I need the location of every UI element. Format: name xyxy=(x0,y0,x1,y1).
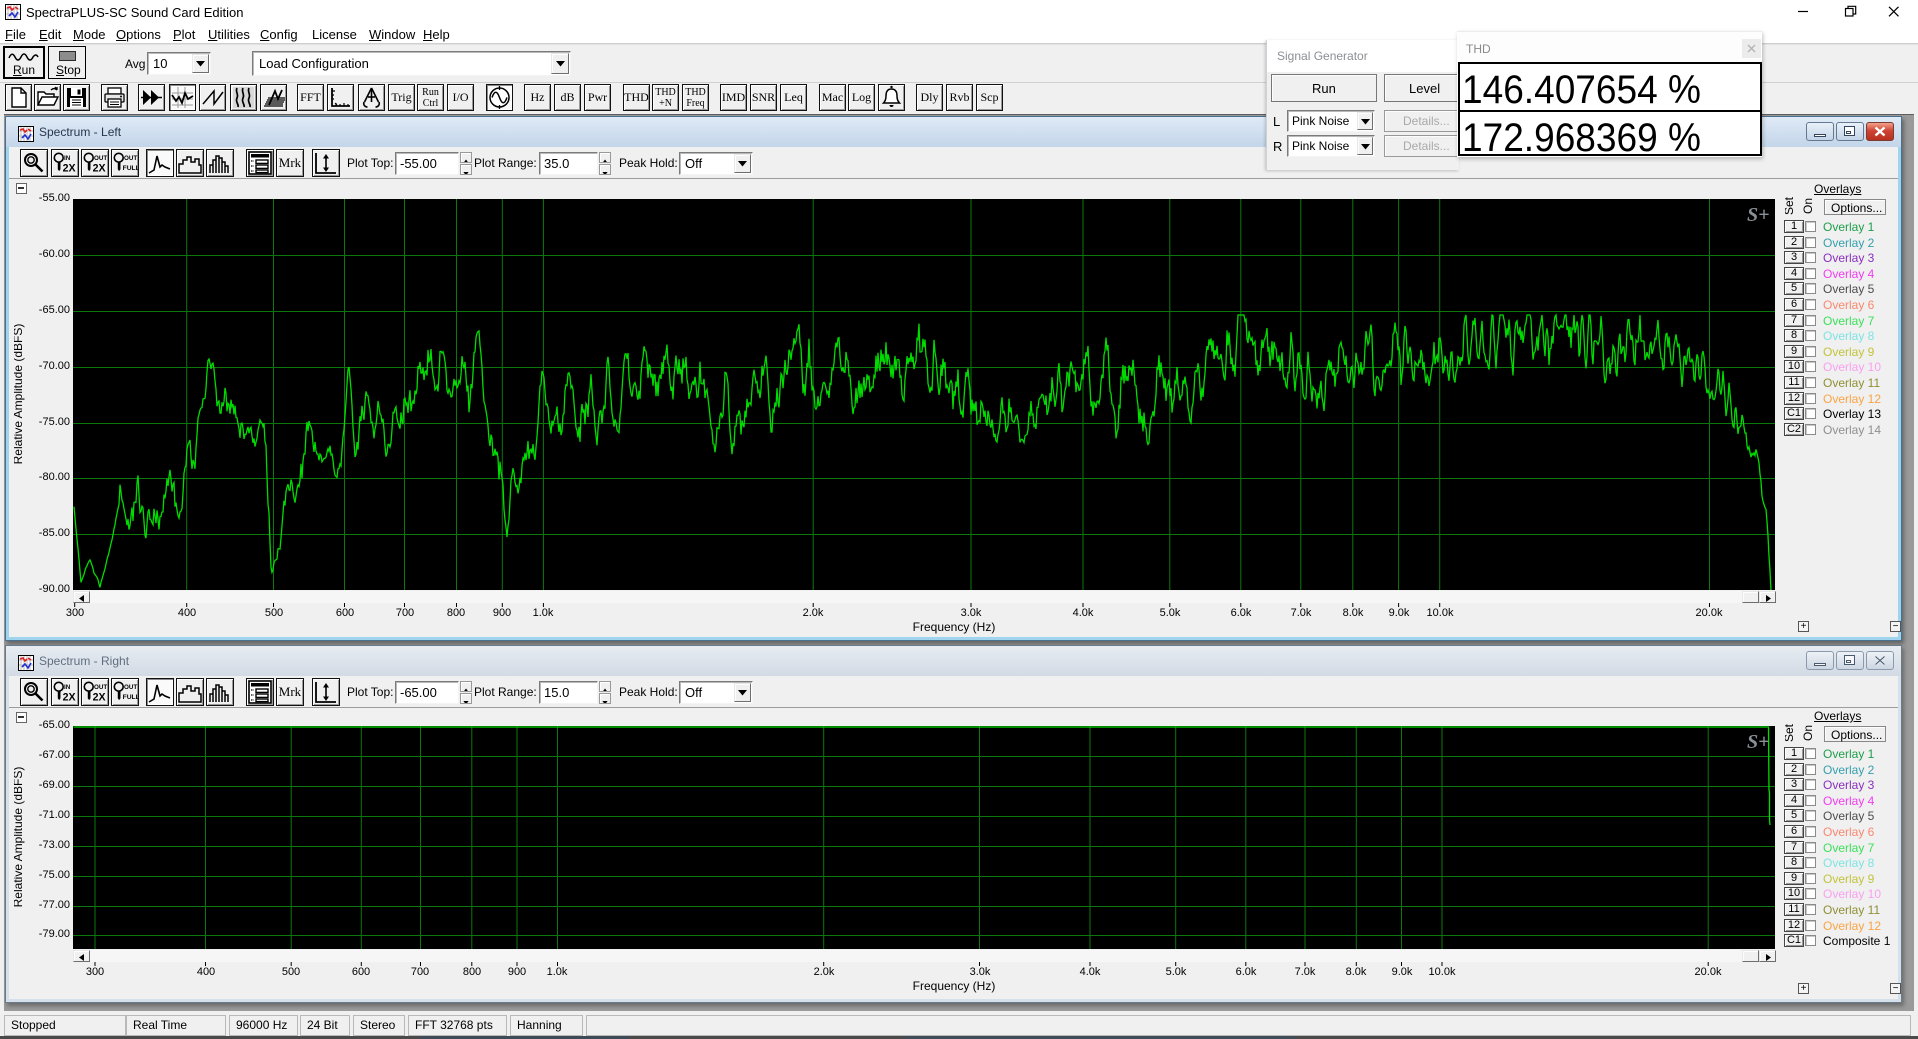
svg-text:On: On xyxy=(1801,725,1815,741)
svg-text:Set: Set xyxy=(1785,196,1796,215)
svg-text:OUT: OUT xyxy=(124,155,137,162)
svg-text:Relative Amplitude (dBFS): Relative Amplitude (dBFS) xyxy=(14,767,25,908)
svg-text:2X: 2X xyxy=(93,692,106,704)
svg-text:Set: Set xyxy=(1785,723,1796,742)
svg-text:Relative Amplitude (dBFS): Relative Amplitude (dBFS) xyxy=(14,324,25,465)
svg-text:S+: S+ xyxy=(1747,731,1770,753)
svg-text:IN: IN xyxy=(64,684,71,691)
svg-text:OUT: OUT xyxy=(124,684,137,691)
svg-text:2X: 2X xyxy=(63,163,76,175)
svg-text:2X: 2X xyxy=(93,163,106,175)
svg-text:OUT: OUT xyxy=(94,155,107,162)
svg-text:On: On xyxy=(1801,198,1815,214)
svg-text:FULL: FULL xyxy=(123,694,138,701)
svg-text:FULL: FULL xyxy=(123,165,138,172)
svg-text:2X: 2X xyxy=(63,692,76,704)
svg-text:OUT: OUT xyxy=(94,684,107,691)
svg-text:S+: S+ xyxy=(1747,204,1770,226)
svg-text:IN: IN xyxy=(64,155,71,162)
